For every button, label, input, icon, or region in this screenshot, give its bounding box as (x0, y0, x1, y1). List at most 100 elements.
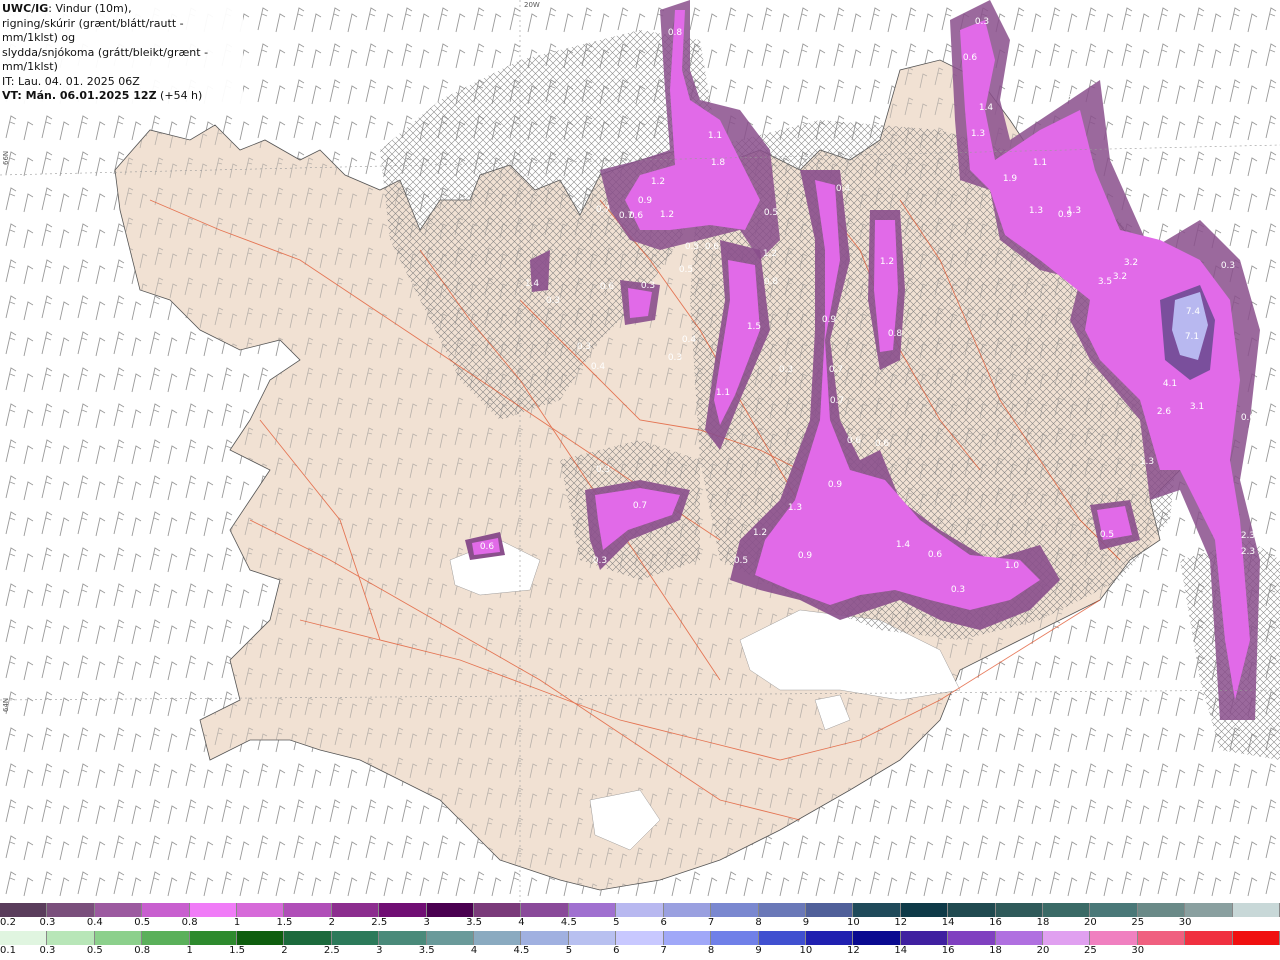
precip-value-label: 0.6 (600, 282, 615, 292)
precip-value-label: 0.5 (764, 208, 778, 218)
precip-value-label: 0.6 (629, 211, 644, 221)
precip-value-label: 3.2 (1113, 272, 1127, 282)
legend_rain-swatch (284, 931, 332, 945)
legend_rain-label: 16 (941, 945, 955, 956)
weather-map[interactable]: 0.8 1.1 1.8 0.4 0.4 0.3 1.4 1.3 1.1 1.9 0.6 1.3 0.4 1… (0, 0, 1280, 902)
legend_rain-label: 0.1 (0, 945, 16, 956)
legend_rain-swatch (711, 931, 759, 945)
precip-value-label: 0.6 (963, 53, 978, 63)
precip-value-label: 0.6 (928, 550, 943, 560)
precip-value-label: 1.3 (1067, 206, 1081, 216)
legend_snow-swatch (1090, 903, 1138, 917)
snow-legend: 0.2 0.3 0.4 0.5 0.8 1 1.5 2 2.5 3 3.5 4 4.5 5 6 7 8 9 10 12… (0, 903, 1280, 931)
legend_rain-label: 30 (1131, 945, 1145, 956)
legend_snow-label: 9 (802, 917, 810, 928)
legend_snow-swatch (237, 903, 285, 917)
precip-value-label: 3.5 (1098, 277, 1112, 287)
legend_rain-swatch (663, 931, 712, 945)
precip-value-label: 1.4 (525, 279, 540, 289)
precip-value-label: 4.1 (1163, 379, 1177, 389)
header-line-3: slydda/snjókoma (grátt/bleikt/grænt - mm… (2, 45, 209, 74)
precip-value-label: 0.4 (591, 362, 606, 372)
legend_rain-label: 0.8 (134, 945, 151, 956)
legend_rain-label: 0.5 (86, 945, 103, 956)
legend_snow-swatch (379, 903, 427, 917)
precip-value-label: 0.3 (546, 296, 560, 306)
precip-value-label: 0.5 (734, 556, 748, 566)
legend_rain-label: 12 (846, 945, 860, 956)
legend_rain-swatch (189, 931, 238, 945)
forecast-offset: (+54 h) (156, 89, 203, 102)
legend_snow-swatch (94, 903, 143, 917)
legend_snow-swatch (1137, 903, 1186, 917)
precip-value-label: 0.3 (596, 465, 610, 475)
precip-value-label: 0.3 (593, 556, 607, 566)
legend_rain-swatch (1185, 931, 1233, 945)
legend_rain-swatch (94, 931, 143, 945)
precip-value-label: 0.4 (1076, 66, 1091, 76)
legend_snow-swatch (948, 903, 996, 917)
header-line-2: rigning/skúrir (grænt/blátt/rautt - mm/1… (2, 16, 184, 45)
legend_rain-label: 18 (989, 945, 1002, 956)
rain-legend-labels: 0.1 0.3 0.5 0.8 1 1.5 2 2.5 3 3.5 4 4.5 5 6 7 8 9 10 12 14 1… (0, 945, 1280, 959)
precip-value-label: 1.1 (708, 131, 722, 141)
legend_rain-swatch (853, 931, 901, 945)
legend_snow-label: 30 (1178, 917, 1192, 928)
legend_rain-label: 14 (894, 945, 908, 956)
map-header: UWC/IG: Vindur (10m), rigning/skúrir (gr… (0, 0, 243, 107)
legend_rain-swatch (426, 931, 475, 945)
legend_rain-swatch (521, 931, 569, 945)
legend_snow-label: 4.5 (560, 917, 577, 928)
legend_rain-label: 9 (755, 945, 762, 956)
precip-value-label: 0.8 (888, 329, 903, 339)
precip-value-label: 7.1 (1185, 332, 1199, 342)
latitude-label-upper: 66N (2, 150, 10, 165)
legend_rain-swatch (379, 931, 427, 945)
model-name: UWC/IG (2, 2, 49, 15)
legend_snow-swatch (995, 903, 1043, 917)
legend_rain-label: 0.3 (39, 945, 56, 956)
precip-value-label: 0.7 (829, 365, 843, 375)
map-canvas: 0.81.11.80.40.40.31.41.31.11.90.61.30.41… (0, 0, 1280, 902)
precip-value-label: 1.9 (1003, 174, 1018, 184)
precip-value-label: 1.3 (788, 503, 802, 513)
precip-value-label: 2.3 (1241, 547, 1255, 557)
precip-value-label: 0.3 (641, 281, 655, 291)
precip-value-label: 0.3 (975, 17, 989, 27)
legend_snow-label: 2.5 (371, 917, 388, 928)
precip-value-label: 3.2 (1124, 258, 1138, 268)
legend_rain-label: 2.5 (323, 945, 340, 956)
legend_rain-label: 8 (707, 945, 715, 956)
legend_snow-swatch (900, 903, 949, 917)
precip-value-label: 1.3 (1140, 457, 1154, 467)
header-valid-time-line: VT: Mán. 06.01.2025 12Z (+54 h) (2, 89, 240, 104)
legend_snow-label: 3 (423, 917, 430, 928)
legend_rain-swatch (995, 931, 1043, 945)
precip-value-label: 0.3 (1221, 261, 1235, 271)
legend_rain-swatch (474, 931, 522, 945)
legend_snow-swatch (805, 903, 854, 917)
snow-legend-swatches (0, 903, 1280, 917)
precip-value-label: 0.6 (1241, 413, 1256, 423)
legend_snow-swatch (331, 903, 380, 917)
latitude-label-lower: 64N (2, 697, 10, 712)
rain-legend-swatches (0, 931, 1280, 945)
precip-value-label: 1.1 (1033, 158, 1047, 168)
legend_snow-label: 0.4 (86, 917, 103, 928)
legend_rain-swatch (948, 931, 996, 945)
legend_snow-swatch (284, 903, 332, 917)
longitude-label: 20W (524, 1, 540, 9)
precip-value-label: 1.3 (971, 129, 985, 139)
header-desc: : Vindur (10m), (48, 2, 132, 15)
legend_snow-swatch (1232, 903, 1280, 917)
legend_rain-swatch (0, 931, 48, 945)
precip-value-label: 0.9 (822, 315, 837, 325)
legend_snow-swatch (568, 903, 617, 917)
legend_rain-label: 3 (376, 945, 383, 956)
legend_rain-label: 5 (565, 945, 573, 956)
legend_snow-swatch (47, 903, 95, 917)
legend_rain-label: 20 (1036, 945, 1050, 956)
legend_snow-label: 1.5 (276, 917, 293, 928)
precip-value-label: 1.3 (1029, 206, 1043, 216)
precip-value-label: 1.3 (1058, 93, 1072, 103)
